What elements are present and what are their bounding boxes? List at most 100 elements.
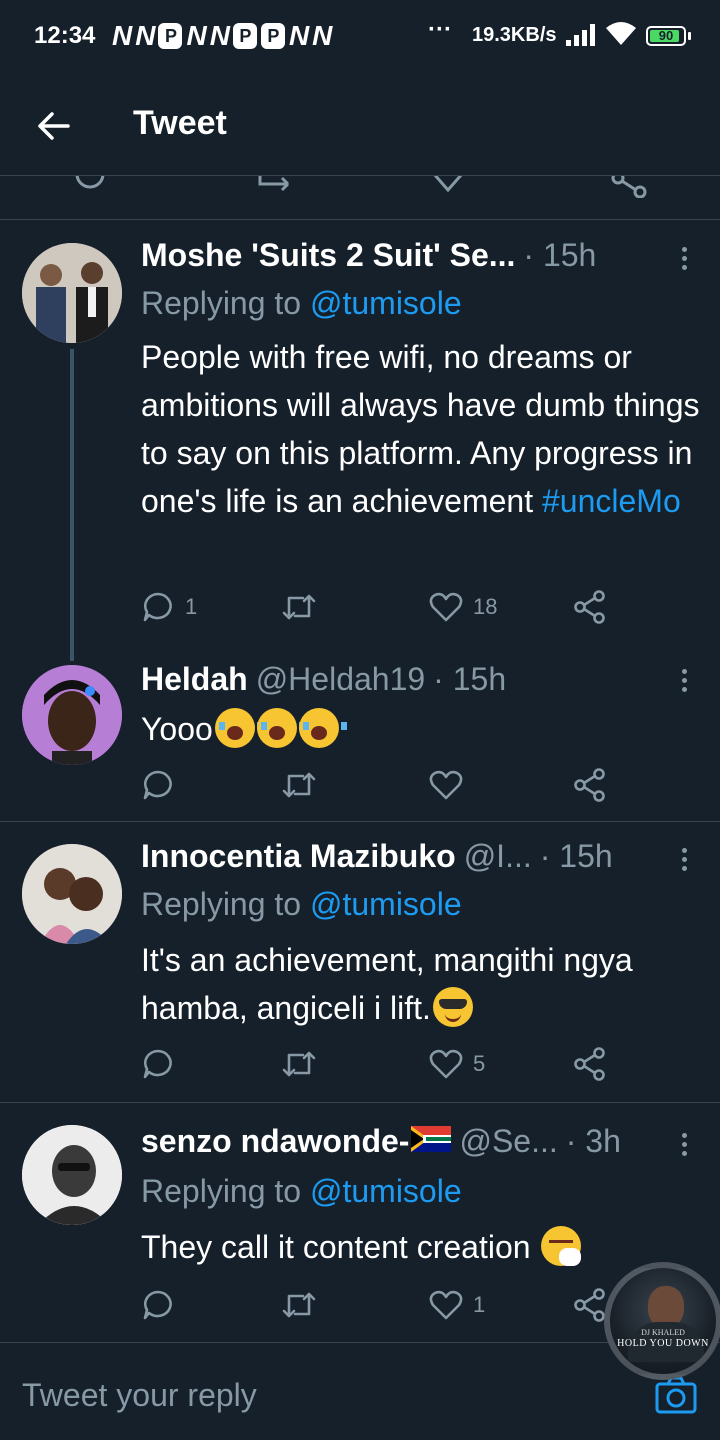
avatar-photo [22, 844, 122, 944]
display-name[interactable]: Moshe 'Suits 2 Suit' Se... [141, 237, 515, 274]
share-icon[interactable] [610, 176, 650, 198]
timestamp[interactable]: · 3h [566, 1123, 621, 1160]
tweet-text-content: They call it content creation [141, 1229, 540, 1265]
tweet-item[interactable]: Innocentia Mazibuko @I... · 15h Replying… [0, 822, 720, 1103]
camera-icon[interactable] [654, 1375, 698, 1415]
share-button[interactable] [573, 1044, 607, 1084]
tweet-text: People with free wifi, no dreams or ambi… [141, 333, 706, 525]
more-options-icon[interactable] [682, 669, 690, 695]
replying-to: Replying to @tumisole [141, 1173, 462, 1210]
timestamp[interactable]: · 15h [523, 237, 596, 274]
floating-media-player[interactable]: DJ KHALED HOLD YOU DOWN [604, 1262, 720, 1380]
avatar[interactable] [22, 243, 122, 343]
more-options-icon[interactable] [682, 1133, 690, 1159]
retweet-icon [282, 1051, 316, 1077]
battery-icon: 90 [646, 26, 686, 46]
share-icon [574, 590, 605, 624]
wifi-icon [606, 22, 636, 45]
avatar[interactable] [22, 1125, 122, 1225]
back-arrow-icon[interactable] [30, 104, 74, 148]
retweet-button[interactable] [281, 1044, 327, 1084]
share-icon [574, 1047, 605, 1081]
avatar-photo [22, 243, 122, 343]
netflix-notification-icon: N [135, 20, 155, 51]
loudly-crying-face-icon [298, 708, 347, 748]
tweet-header: Moshe 'Suits 2 Suit' Se... · 15h [141, 237, 652, 277]
like-count: 18 [473, 594, 498, 619]
pocketfm-notification-icon: P [158, 23, 183, 49]
reply-icon [143, 1290, 172, 1320]
display-name[interactable]: Heldah [141, 661, 248, 698]
share-button[interactable] [573, 765, 607, 805]
share-button[interactable] [573, 1285, 607, 1325]
timestamp[interactable]: · 15h [540, 838, 613, 875]
tweet-item[interactable]: Heldah @Heldah19 · 15h Yooo [0, 661, 720, 822]
more-options-icon[interactable] [682, 848, 690, 874]
reply-icon[interactable] [72, 176, 108, 194]
timestamp[interactable]: · 15h [433, 661, 506, 698]
tweet-actions: 1 [141, 1285, 621, 1325]
retweet-button[interactable] [281, 587, 327, 627]
reply-button[interactable]: 1 [141, 587, 197, 627]
thread-line [70, 349, 74, 661]
reply-button[interactable] [141, 1285, 185, 1325]
tweet-text: It's an achievement, mangithi ngya hamba… [141, 936, 706, 1032]
south-africa-flag-icon [411, 1126, 452, 1152]
reply-button[interactable] [141, 1044, 185, 1084]
share-icon [574, 1288, 605, 1322]
tweet-header: Innocentia Mazibuko @I... · 15h [141, 838, 652, 878]
reply-icon [143, 770, 172, 800]
retweet-icon [282, 772, 316, 798]
tweet-item[interactable]: Moshe 'Suits 2 Suit' Se... · 15h Replyin… [0, 221, 720, 661]
like-button[interactable]: 5 [429, 1044, 485, 1084]
replying-to: Replying to @tumisole [141, 285, 462, 322]
status-time: 12:34 [34, 22, 96, 49]
more-notifications-icon: ··· [428, 16, 452, 43]
retweet-button[interactable] [281, 765, 327, 805]
previous-tweet-actions [0, 176, 720, 220]
tweet-header: senzo ndawonde- @Se... · 3h [141, 1123, 652, 1163]
heart-icon [429, 1290, 463, 1320]
avatar[interactable] [22, 844, 122, 944]
retweet-icon[interactable] [254, 176, 294, 194]
avatar[interactable] [22, 665, 122, 765]
tweet-actions: 1 18 [141, 587, 621, 627]
heart-icon [429, 1049, 463, 1079]
like-icon[interactable] [430, 176, 466, 194]
mention-link[interactable]: @tumisole [310, 1173, 462, 1209]
replying-to: Replying to @tumisole [141, 886, 462, 923]
share-button[interactable] [573, 587, 607, 627]
reply-input[interactable]: Tweet your reply [22, 1377, 257, 1414]
replying-label: Replying to [141, 886, 302, 922]
reply-icon [143, 592, 172, 622]
more-options-icon[interactable] [682, 247, 690, 273]
replying-label: Replying to [141, 285, 302, 321]
retweet-icon [282, 594, 316, 620]
replying-label: Replying to [141, 1173, 302, 1209]
like-button[interactable] [429, 765, 473, 805]
retweet-button[interactable] [281, 1285, 327, 1325]
artist-label: DJ KHALED [641, 1328, 685, 1337]
username[interactable]: @Heldah19 [256, 661, 425, 698]
reply-button[interactable] [141, 765, 185, 805]
retweet-icon [282, 1292, 316, 1318]
tweet-text: Yooo [141, 705, 706, 753]
display-name[interactable]: Innocentia Mazibuko [141, 838, 456, 875]
reply-compose-bar[interactable]: Tweet your reply [0, 1342, 720, 1440]
tweet-header: Heldah @Heldah19 · 15h [141, 661, 652, 701]
username[interactable]: @I... [464, 838, 532, 875]
sneezing-face-icon [541, 1226, 582, 1266]
hashtag-link[interactable]: #uncleMo [542, 483, 681, 519]
display-name[interactable]: senzo ndawonde- [141, 1123, 409, 1160]
username[interactable]: @Se... [459, 1123, 557, 1160]
mention-link[interactable]: @tumisole [310, 886, 462, 922]
signal-icon [566, 24, 595, 46]
tweet-text-content: It's an achievement, mangithi ngya hamba… [141, 942, 633, 1026]
netflix-notification-icon: N [312, 20, 332, 51]
like-button[interactable]: 1 [429, 1285, 485, 1325]
like-button[interactable]: 18 [429, 587, 497, 627]
reply-count: 1 [185, 594, 198, 619]
mention-link[interactable]: @tumisole [310, 285, 462, 321]
like-count: 1 [473, 1292, 486, 1317]
status-bar: 12:34 N N P N N P P N N ··· 19.3KB/s 90 [0, 0, 720, 74]
